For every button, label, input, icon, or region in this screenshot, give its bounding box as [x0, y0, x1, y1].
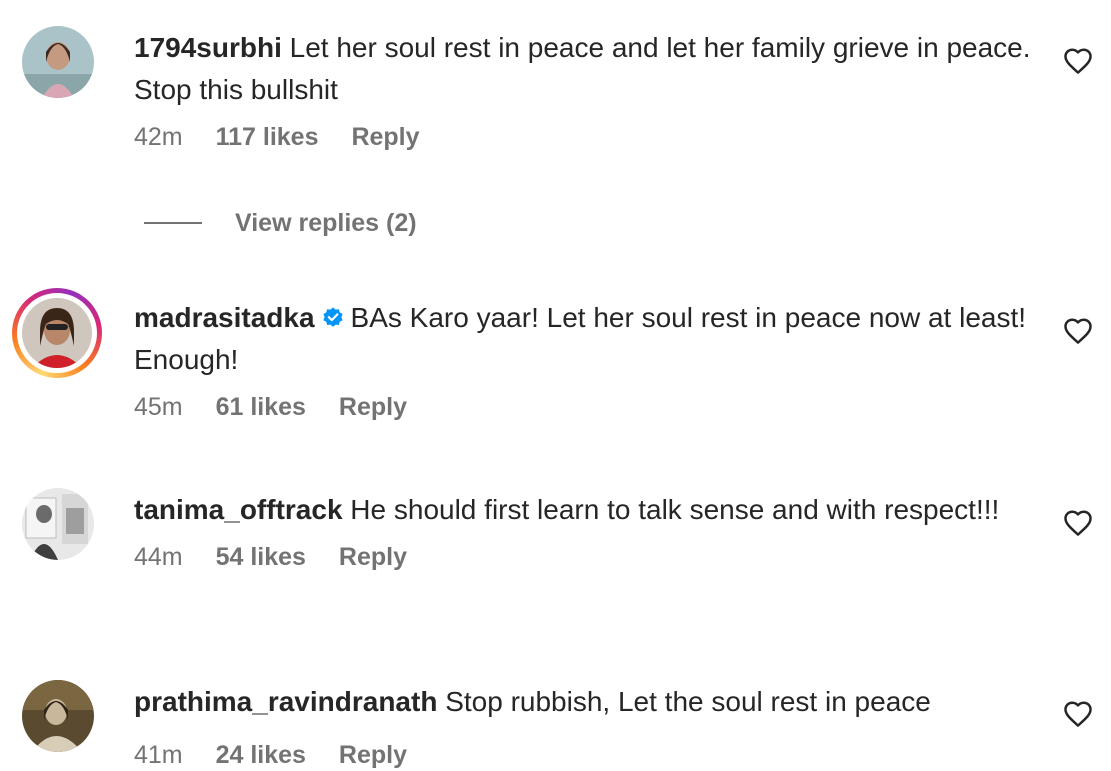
avatar-image [22, 488, 94, 560]
reply-button[interactable]: Reply [339, 393, 407, 421]
comment-username[interactable]: madrasitadka [134, 302, 315, 333]
comment-time[interactable]: 41m [134, 741, 183, 769]
reply-button[interactable]: Reply [339, 543, 407, 571]
comment-meta: 45m 61 likes Reply [134, 391, 1034, 423]
view-replies-divider [144, 222, 202, 224]
heart-outline-icon[interactable] [1063, 317, 1093, 345]
comment-meta: 41m 24 likes Reply [134, 739, 1034, 771]
comment-username[interactable]: tanima_offtrack [134, 494, 343, 525]
reply-button[interactable]: Reply [351, 123, 419, 151]
avatar[interactable] [22, 26, 94, 98]
view-replies-label[interactable]: View replies (2) [235, 209, 417, 238]
heart-outline-icon[interactable] [1063, 509, 1093, 537]
comment-likes[interactable]: 54 likes [216, 543, 306, 571]
avatar[interactable] [22, 680, 94, 752]
comment-time[interactable]: 44m [134, 543, 183, 571]
heart-outline-icon[interactable] [1063, 47, 1093, 75]
avatar[interactable] [22, 488, 94, 560]
comment-username[interactable]: 1794surbhi [134, 32, 282, 63]
avatar-image [22, 680, 94, 752]
reply-button[interactable]: Reply [339, 741, 407, 769]
comment-username[interactable]: prathima_ravindranath [134, 686, 437, 717]
heart-outline-icon[interactable] [1063, 700, 1093, 728]
avatar[interactable] [12, 288, 102, 378]
verified-badge-icon [322, 307, 343, 327]
comment-text: He should first learn to talk sense and … [350, 494, 1000, 525]
view-replies[interactable]: View replies (2) [144, 206, 417, 240]
comment-likes[interactable]: 24 likes [216, 741, 306, 769]
comment-likes[interactable]: 117 likes [216, 123, 319, 151]
comment-time[interactable]: 42m [134, 123, 183, 151]
comment-meta: 44m 54 likes Reply [134, 541, 1034, 573]
comment-time[interactable]: 45m [134, 393, 183, 421]
avatar-image [22, 26, 94, 98]
comment-meta: 42m 117 likes Reply [134, 121, 1034, 153]
comment-likes[interactable]: 61 likes [216, 393, 306, 421]
comment-text: Stop rubbish, Let the soul rest in peace [445, 686, 931, 717]
avatar-image [22, 298, 92, 368]
